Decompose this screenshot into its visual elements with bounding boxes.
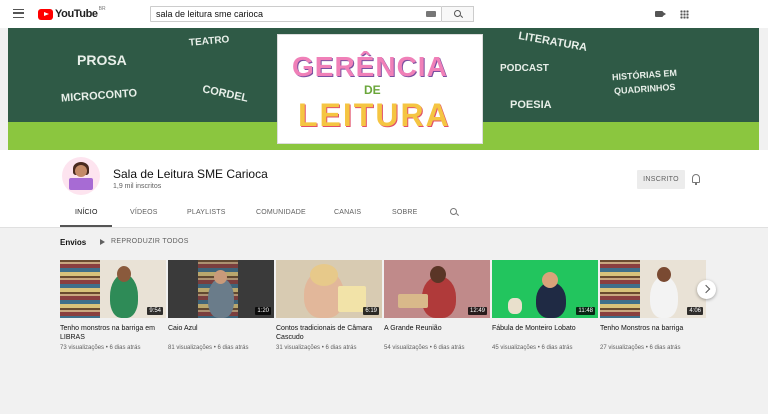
video-card[interactable]: 12:49 A Grande Reunião 54 visualizações …	[384, 260, 490, 351]
video-meta: 31 visualizações • 6 dias atrás	[276, 345, 357, 351]
region-code: BR	[98, 6, 106, 12]
logo-line-3: LEITURA	[298, 97, 451, 133]
avatar-face	[75, 165, 87, 177]
presenter-head	[430, 266, 446, 283]
youtube-wordmark: YouTube	[55, 8, 98, 20]
video-duration: 4:06	[687, 307, 703, 315]
header-divider	[0, 227, 768, 228]
play-all-button[interactable]: REPRODUZIR TODOS	[111, 238, 189, 245]
subscriber-count: 1,9 mil inscritos	[113, 183, 162, 190]
video-thumbnail[interactable]: 12:49	[384, 260, 490, 318]
keyboard-icon[interactable]	[426, 11, 436, 17]
menu-icon[interactable]	[13, 9, 24, 18]
tab-canais[interactable]: CANAIS	[334, 209, 361, 216]
logo-line-1: GERÊNCIA	[292, 51, 448, 82]
video-meta: 81 visualizações • 6 dias atrás	[168, 345, 249, 351]
video-title[interactable]: Tenho Monstros na barriga	[600, 324, 706, 342]
tab-comunidade[interactable]: COMUNIDADE	[256, 209, 306, 216]
banner-word-podcast: PODCAST	[500, 63, 549, 74]
search-icon	[454, 10, 461, 17]
video-title[interactable]: Caio Azul	[168, 324, 274, 342]
tab-videos[interactable]: VÍDEOS	[130, 209, 158, 216]
book-prop	[338, 286, 366, 312]
subscribe-button[interactable]: INSCRITO	[637, 170, 685, 189]
presenter	[208, 278, 234, 318]
presenter-head	[657, 267, 671, 282]
bell-icon[interactable]	[692, 174, 700, 185]
channel-search-icon[interactable]	[450, 208, 457, 215]
banner-word-prosa: PROSA	[77, 52, 127, 68]
video-card[interactable]: 9:54 Tenho monstros na barriga em LIBRAS…	[60, 260, 166, 351]
video-duration: 6:19	[363, 307, 379, 315]
play-icon[interactable]	[100, 239, 105, 245]
video-duration: 11:48	[576, 307, 595, 315]
logo-line-2: DE	[364, 83, 381, 97]
tab-inicio[interactable]: INÍCIO	[75, 209, 98, 216]
video-duration: 1:20	[255, 307, 271, 315]
object-prop	[398, 294, 428, 308]
video-duration: 9:54	[147, 307, 163, 315]
presenter-head	[542, 272, 558, 288]
presenter-head	[310, 264, 338, 286]
create-video-icon[interactable]	[655, 11, 666, 17]
video-thumbnail[interactable]: 4:06	[600, 260, 706, 318]
video-meta: 45 visualizações • 6 dias atrás	[492, 345, 573, 351]
video-meta: 54 visualizações • 6 dias atrás	[384, 345, 465, 351]
video-title[interactable]: Contos tradicionais de Câmara Cascudo	[276, 324, 382, 342]
video-meta: 27 visualizações • 6 dias atrás	[600, 345, 681, 351]
youtube-play-icon	[38, 8, 53, 20]
video-thumbnail[interactable]: 6:19	[276, 260, 382, 318]
bookshelf	[60, 260, 100, 318]
bookshelf	[600, 260, 640, 318]
channel-avatar[interactable]	[62, 157, 100, 195]
channel-name: Sala de Leitura SME Carioca	[113, 167, 268, 181]
video-title[interactable]: A Grande Reunião	[384, 324, 490, 342]
banner-word-poesia: POESIA	[510, 99, 552, 111]
puppet-prop	[508, 298, 522, 314]
tab-playlists[interactable]: PLAYLISTS	[187, 209, 226, 216]
video-meta: 73 visualizações • 6 dias atrás	[60, 345, 141, 351]
section-title[interactable]: Envios	[60, 238, 86, 247]
apps-grid-icon[interactable]	[680, 10, 689, 19]
video-title[interactable]: Fábula de Monteiro Lobato	[492, 324, 598, 342]
video-thumbnail[interactable]: 1:20	[168, 260, 274, 318]
video-duration: 12:49	[467, 307, 487, 315]
video-thumbnail[interactable]: 11:48	[492, 260, 598, 318]
presenter-head	[214, 270, 227, 284]
avatar-book	[69, 178, 93, 190]
youtube-logo[interactable]: YouTube BR	[38, 6, 106, 20]
video-card[interactable]: 1:20 Caio Azul 81 visualizações • 6 dias…	[168, 260, 274, 351]
video-thumbnail[interactable]: 9:54	[60, 260, 166, 318]
search-button[interactable]	[442, 6, 474, 22]
video-card[interactable]: 6:19 Contos tradicionais de Câmara Cascu…	[276, 260, 382, 351]
next-arrow-button[interactable]	[697, 280, 716, 299]
tab-sobre[interactable]: SOBRE	[392, 209, 418, 216]
video-title[interactable]: Tenho monstros na barriga em LIBRAS	[60, 324, 166, 342]
video-card[interactable]: 11:48 Fábula de Monteiro Lobato 45 visua…	[492, 260, 598, 351]
search-input[interactable]: sala de leitura sme carioca	[150, 6, 442, 22]
video-card[interactable]: 4:06 Tenho Monstros na barriga 27 visual…	[600, 260, 706, 351]
presenter-head	[117, 266, 131, 282]
gerencia-de-leitura-logo: GERÊNCIA DE LEITURA	[277, 34, 483, 144]
presenter	[650, 276, 678, 318]
